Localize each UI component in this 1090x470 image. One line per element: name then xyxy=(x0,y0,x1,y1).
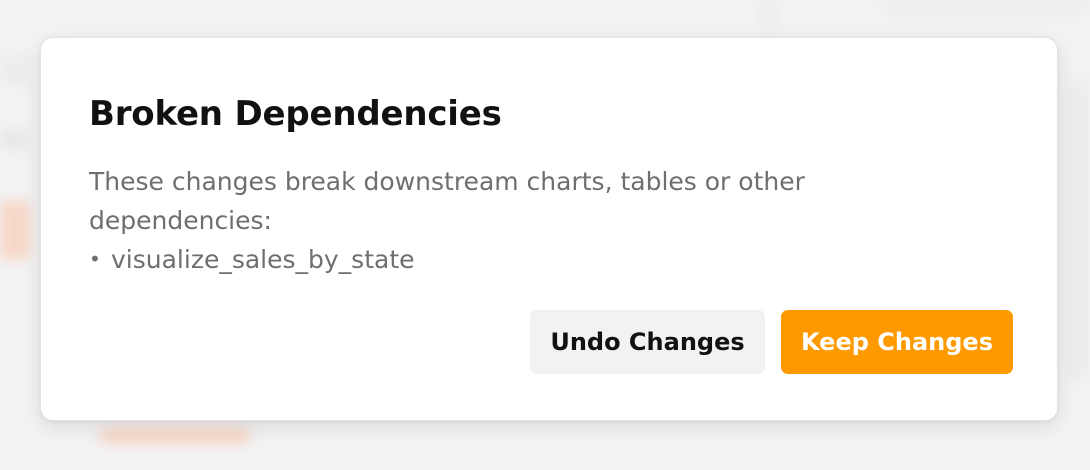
keep-changes-button[interactable]: Keep Changes xyxy=(781,310,1013,374)
bg-shape xyxy=(880,0,1090,14)
dialog-message-text: These changes break downstream charts, t… xyxy=(89,167,805,235)
bg-shape xyxy=(0,55,30,85)
bullet-icon: • xyxy=(89,247,101,271)
undo-changes-button[interactable]: Undo Changes xyxy=(530,310,765,374)
bg-shape xyxy=(100,428,250,444)
list-item: • visualize_sales_by_state xyxy=(89,240,869,279)
dependency-list: • visualize_sales_by_state xyxy=(89,240,869,279)
bg-shape xyxy=(1066,80,1090,380)
bg-shape xyxy=(760,0,780,30)
dialog-title: Broken Dependencies xyxy=(89,94,502,134)
dialog-message: These changes break downstream charts, t… xyxy=(89,162,869,279)
bg-shape xyxy=(0,200,30,260)
broken-dependencies-dialog: Broken Dependencies These changes break … xyxy=(40,37,1058,421)
bg-shape xyxy=(0,130,28,148)
dependency-name: visualize_sales_by_state xyxy=(111,245,415,274)
